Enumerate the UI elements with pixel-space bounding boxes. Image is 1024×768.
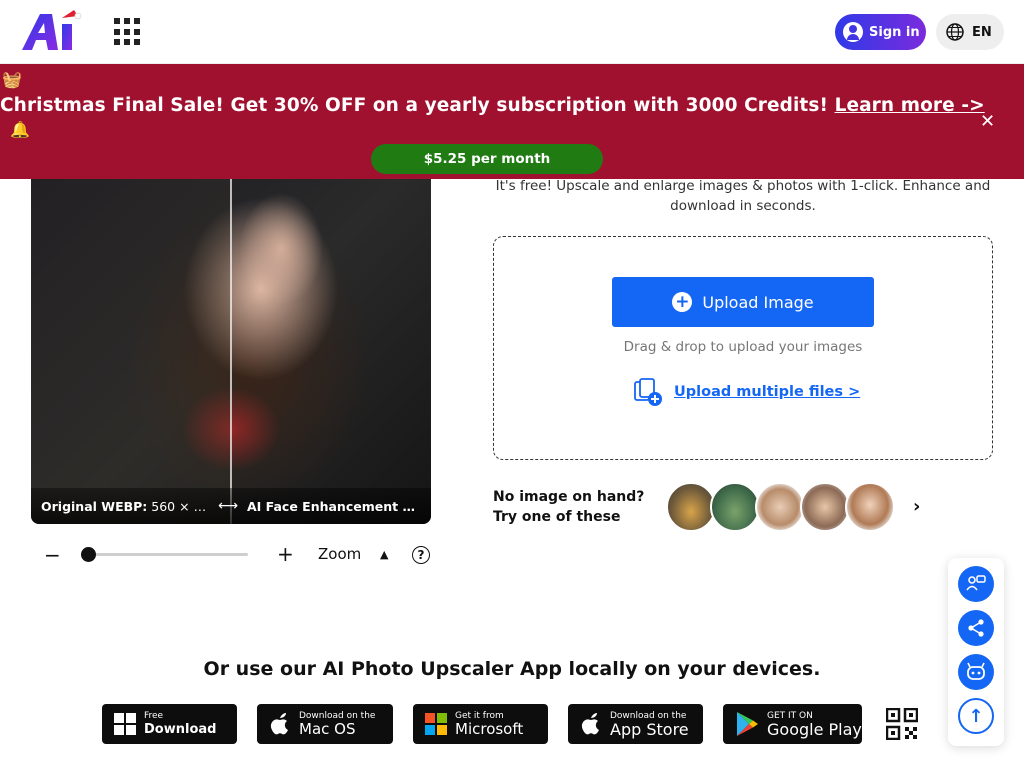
windows-download-button[interactable]: Free Download xyxy=(102,704,237,744)
zoom-caret-icon[interactable]: ▲ xyxy=(380,548,388,561)
zoom-slider-handle[interactable] xyxy=(80,547,96,562)
banner-message: Christmas Final Sale! Get 30% OFF on a y… xyxy=(0,95,829,116)
original-caption: Original WEBP: 560 × 5... xyxy=(31,499,209,514)
sample-image-car[interactable] xyxy=(666,482,716,532)
zoom-in-button[interactable]: + xyxy=(277,542,294,566)
user-icon xyxy=(843,22,863,42)
feedback-icon xyxy=(966,575,986,591)
close-icon[interactable]: ✕ xyxy=(980,111,995,132)
sample-image-girl[interactable] xyxy=(755,482,805,532)
store-big-text: Download xyxy=(144,721,217,737)
original-caption-value: 560 × 5... xyxy=(151,498,209,514)
microsoft-icon xyxy=(425,713,447,735)
store-big-text: App Store xyxy=(610,719,689,739)
logo-icon xyxy=(22,10,82,50)
apps-grid-icon[interactable] xyxy=(114,18,142,46)
plus-circle-icon: + xyxy=(672,292,693,312)
store-big-text: Mac OS xyxy=(299,719,356,738)
gift-basket-icon: 🧺 xyxy=(2,70,22,89)
apple-icon xyxy=(270,713,288,735)
language-button[interactable]: EN xyxy=(936,14,1004,50)
comparison-preview[interactable]: Original WEBP: 560 × 5... ⟷ AI Face Enha… xyxy=(31,179,431,524)
feedback-button[interactable] xyxy=(958,566,994,602)
upload-image-button[interactable]: + Upload Image xyxy=(612,277,874,327)
store-small-text: GET IT ON xyxy=(767,710,813,721)
apps-section-title: Or use our AI Photo Upscaler App locally… xyxy=(203,658,821,680)
store-big-text: Microsoft xyxy=(455,719,524,738)
windows-icon xyxy=(114,713,136,735)
store-small-text: Free xyxy=(144,710,164,721)
help-icon[interactable]: ? xyxy=(412,546,430,564)
page-subtitle: It's free! Upscale and enlarge images & … xyxy=(495,178,991,214)
store-big-text: Google Play xyxy=(767,719,862,739)
enhanced-caption: AI Face Enhancement W... xyxy=(247,498,427,514)
samples-prompt-line2: Try one of these xyxy=(493,509,621,525)
logo[interactable] xyxy=(18,6,84,56)
sign-in-button[interactable]: Sign in xyxy=(835,14,926,50)
language-label: EN xyxy=(972,24,992,40)
chevron-right-icon[interactable]: › xyxy=(913,496,920,517)
sample-image-landscape[interactable] xyxy=(710,482,760,532)
qr-code-icon[interactable] xyxy=(886,708,918,740)
bells-icon: 🔔 xyxy=(10,120,30,139)
store-small-text: Download on the xyxy=(610,710,687,721)
apple-icon xyxy=(581,713,599,735)
google-play-icon xyxy=(737,712,758,736)
back-to-top-button[interactable]: ↑ xyxy=(958,698,994,734)
share-icon xyxy=(968,619,984,637)
google-play-button[interactable]: GET IT ON Google Play xyxy=(723,704,862,744)
zoom-out-button[interactable]: − xyxy=(44,543,61,567)
share-button[interactable] xyxy=(958,610,994,646)
zoom-label: Zoom xyxy=(318,545,362,563)
google-play-text: GET IT ON Google Play xyxy=(767,711,862,738)
learn-more-link[interactable]: Learn more -> xyxy=(835,95,985,116)
windows-store-text: Free Download xyxy=(144,711,216,738)
comparison-divider[interactable] xyxy=(230,179,232,524)
compare-arrow-icon: ⟷ xyxy=(217,498,239,514)
samples-prompt: No image on hand? Try one of these xyxy=(493,487,644,527)
store-small-text: Download on the xyxy=(299,710,376,721)
macos-download-button[interactable]: Download on the Mac OS xyxy=(257,704,393,744)
sign-in-label: Sign in xyxy=(869,24,920,40)
zoom-slider-track[interactable] xyxy=(88,553,248,556)
microsoft-store-button[interactable]: Get it from Microsoft xyxy=(413,704,548,744)
promo-banner: 🧺 Christmas Final Sale! Get 30% OFF on a… xyxy=(0,64,1024,179)
store-small-text: Get it from xyxy=(455,710,504,721)
original-half xyxy=(31,179,231,524)
macos-store-text: Download on the Mac OS xyxy=(299,711,375,738)
sample-image-woman[interactable] xyxy=(845,482,895,532)
banner-text: Christmas Final Sale! Get 30% OFF on a y… xyxy=(0,95,985,116)
globe-icon xyxy=(946,23,964,41)
upload-multiple-link[interactable]: Upload multiple files > xyxy=(674,384,860,400)
price-pill-button[interactable]: $5.25 per month xyxy=(371,144,603,174)
original-caption-label: Original WEBP: xyxy=(41,498,148,514)
app-store-button[interactable]: Download on the App Store xyxy=(568,704,703,744)
drag-drop-hint: Drag & drop to upload your images xyxy=(623,339,863,355)
app-store-text: Download on the App Store xyxy=(610,711,689,738)
preview-caption: Original WEBP: 560 × 5... ⟷ AI Face Enha… xyxy=(31,488,431,524)
header: Sign in EN xyxy=(0,0,1024,64)
microsoft-store-text: Get it from Microsoft xyxy=(455,711,523,738)
upload-image-label: Upload Image xyxy=(702,292,814,312)
samples-prompt-line1: No image on hand? xyxy=(493,489,645,505)
sample-image-family[interactable] xyxy=(800,482,850,532)
multiple-files-icon xyxy=(634,378,662,406)
